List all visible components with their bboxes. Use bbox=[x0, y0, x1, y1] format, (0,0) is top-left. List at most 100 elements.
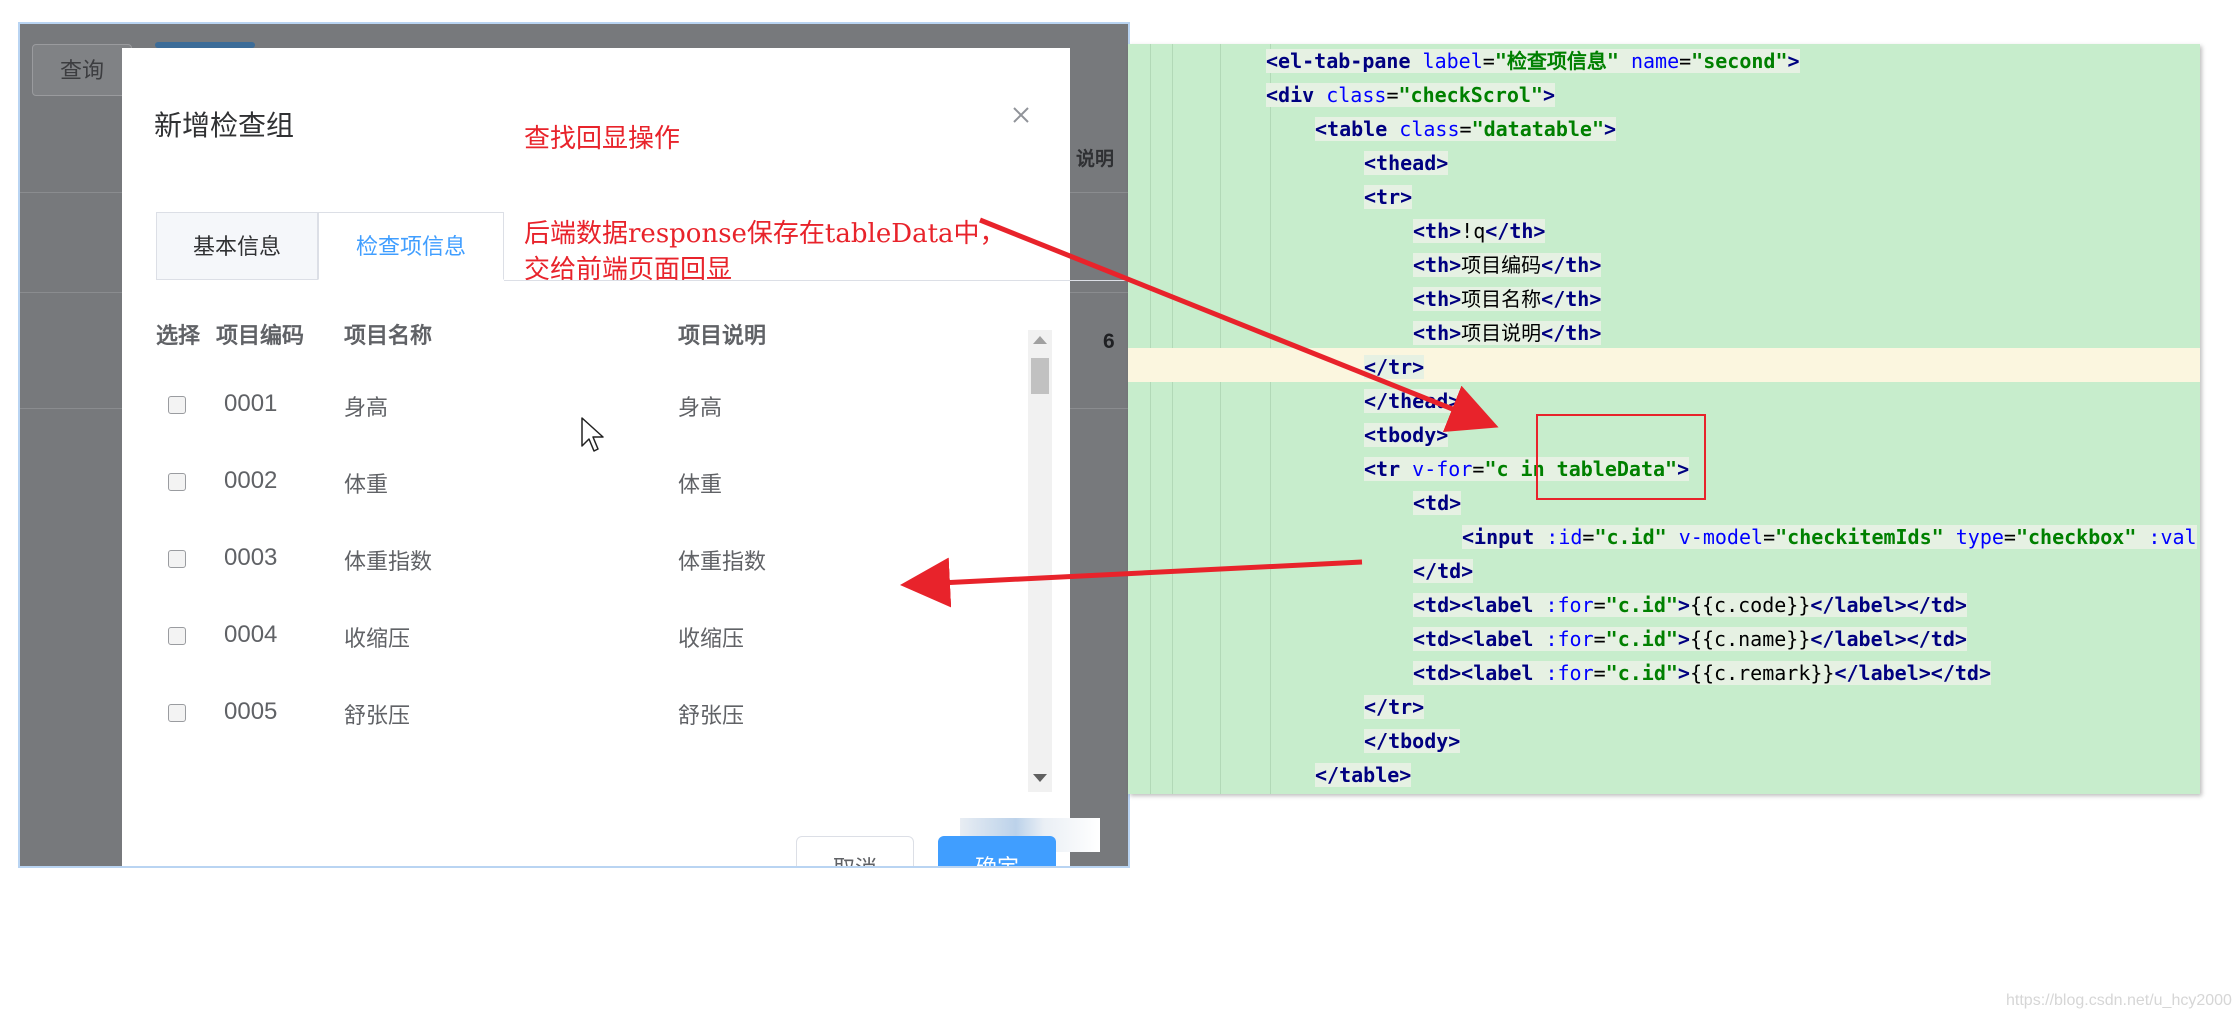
code-text: <td> bbox=[1413, 491, 1462, 515]
scroll-down-icon[interactable] bbox=[1033, 774, 1047, 782]
item-remark: 体重 bbox=[678, 472, 723, 497]
check-items-table: 选择 项目编码 项目名称 项目说明 0001 身高 身高 0002 体重 体重 … bbox=[156, 318, 1016, 788]
code-token: 项目说明 bbox=[1461, 321, 1542, 345]
code-token: </label></td> bbox=[1810, 593, 1967, 617]
code-token: </table> bbox=[1315, 763, 1412, 787]
table-scrollbar[interactable] bbox=[1028, 330, 1052, 792]
code-token: :val bbox=[2148, 525, 2197, 549]
code-line: <th>项目说明</th> bbox=[1413, 316, 1602, 350]
code-token: = bbox=[1593, 593, 1606, 617]
scroll-thumb[interactable] bbox=[1031, 358, 1049, 394]
row-checkbox[interactable] bbox=[168, 627, 186, 645]
code-token: > bbox=[1604, 117, 1617, 141]
confirm-button[interactable]: 确定 bbox=[938, 836, 1056, 866]
indent-guide bbox=[1270, 44, 1271, 794]
indent-guide bbox=[1150, 44, 1151, 794]
close-icon[interactable] bbox=[1006, 100, 1036, 130]
background-cell-value: 6 bbox=[1103, 330, 1115, 353]
code-line: </thead> bbox=[1364, 384, 1461, 418]
table-row: 0004 收缩压 收缩压 bbox=[156, 607, 1016, 684]
code-token: > bbox=[1542, 83, 1556, 107]
code-text: </table> bbox=[1315, 763, 1412, 787]
row-checkbox[interactable] bbox=[168, 396, 186, 414]
item-code: 0004 bbox=[224, 621, 278, 648]
code-token: <th> bbox=[1413, 253, 1462, 277]
code-line: <td><label :for="c.id">{{c.name}}</label… bbox=[1413, 622, 1967, 656]
code-token: "c.id" bbox=[1605, 627, 1678, 651]
tab-divider bbox=[504, 280, 1128, 281]
annotation-title: 查找回显操作 bbox=[524, 124, 681, 154]
code-text: <td><label :for="c.id">{{c.remark}}</lab… bbox=[1413, 661, 1992, 685]
code-text: </td> bbox=[1413, 559, 1474, 583]
code-line: </tr> bbox=[1364, 690, 1425, 724]
item-remark: 收缩压 bbox=[678, 626, 745, 651]
code-text: <th>项目说明</th> bbox=[1413, 321, 1602, 345]
scroll-up-icon[interactable] bbox=[1033, 336, 1047, 344]
code-token: </th> bbox=[1541, 287, 1602, 311]
code-text: <el-tab-pane label="检查项信息" name="second"… bbox=[1266, 49, 1800, 73]
code-token: </td> bbox=[1413, 559, 1474, 583]
code-token: > bbox=[1787, 49, 1800, 73]
row-checkbox[interactable] bbox=[168, 704, 186, 722]
code-token: <table bbox=[1315, 117, 1400, 141]
tab-basic-info[interactable]: 基本信息 bbox=[156, 212, 318, 280]
code-text: <table class="datatable"> bbox=[1315, 117, 1617, 141]
code-token: = bbox=[1679, 49, 1692, 73]
code-line: <div class="checkScrol"> bbox=[1266, 78, 1556, 112]
watermark: https://blog.csdn.net/u_hcy2000 bbox=[2006, 992, 2232, 1009]
code-token: <td><label bbox=[1413, 627, 1546, 651]
item-name: 体重 bbox=[344, 472, 389, 497]
indent-guide bbox=[1220, 44, 1221, 794]
code-line: <th>!q</th> bbox=[1413, 214, 1546, 248]
code-line: <tr> bbox=[1364, 180, 1413, 214]
code-token: > bbox=[1677, 661, 1690, 685]
item-name: 身高 bbox=[344, 395, 389, 420]
header-remark: 项目说明 bbox=[678, 323, 767, 348]
code-line: <td><label :for="c.id">{{c.code}}</label… bbox=[1413, 588, 1967, 622]
code-line: <thead> bbox=[1364, 146, 1449, 180]
code-text: </tr> bbox=[1364, 355, 1425, 379]
code-line: <el-tab-pane label="检查项信息" name="second"… bbox=[1266, 44, 1800, 78]
code-token: = bbox=[1459, 117, 1472, 141]
item-name: 舒张压 bbox=[344, 703, 411, 728]
code-token: class bbox=[1326, 83, 1387, 107]
row-checkbox[interactable] bbox=[168, 550, 186, 568]
code-token: 项目编码 bbox=[1461, 253, 1542, 277]
code-token: "c.id" bbox=[1605, 661, 1678, 685]
code-token: </tr> bbox=[1364, 355, 1425, 379]
row-checkbox[interactable] bbox=[168, 473, 186, 491]
search-button[interactable]: 查询 bbox=[32, 44, 132, 96]
code-token: </th> bbox=[1541, 321, 1602, 345]
code-token: type bbox=[1955, 525, 2004, 549]
code-line: </tbody> bbox=[1364, 724, 1461, 758]
code-token: {{c.code}} bbox=[1689, 593, 1811, 617]
code-token: </th> bbox=[1541, 253, 1602, 277]
code-token: class bbox=[1399, 117, 1460, 141]
code-token: </label></td> bbox=[1810, 627, 1967, 651]
cancel-button[interactable]: 取消 bbox=[796, 836, 914, 866]
code-token: = bbox=[1582, 525, 1595, 549]
dialog-title: 新增检查组 bbox=[154, 110, 295, 141]
code-token: </tr> bbox=[1364, 695, 1425, 719]
code-line: <td> bbox=[1413, 486, 1462, 520]
code-token: <tr bbox=[1364, 457, 1413, 481]
annotation-line: 后端数据response保存在tableData中， bbox=[524, 219, 1006, 249]
code-text: </tbody> bbox=[1364, 729, 1461, 753]
code-token: <td><label bbox=[1413, 661, 1546, 685]
header-select: 选择 bbox=[156, 323, 201, 348]
code-text: <th>!q</th> bbox=[1413, 219, 1546, 243]
tab-check-items[interactable]: 检查项信息 bbox=[318, 212, 504, 280]
code-token: <input bbox=[1462, 525, 1547, 549]
code-token: "c.id" bbox=[1594, 525, 1667, 549]
code-token: <td><label bbox=[1413, 593, 1546, 617]
code-token: = bbox=[1593, 627, 1606, 651]
annotation-text: 后端数据response保存在tableData中， 交给前端页面回显 bbox=[524, 216, 1084, 288]
code-token: <thead> bbox=[1364, 151, 1449, 175]
table-row: 0003 体重指数 体重指数 bbox=[156, 530, 1016, 607]
annotation-line: 交给前端页面回显 bbox=[524, 255, 733, 285]
code-token: = bbox=[1763, 525, 1776, 549]
code-token: </th> bbox=[1485, 219, 1546, 243]
